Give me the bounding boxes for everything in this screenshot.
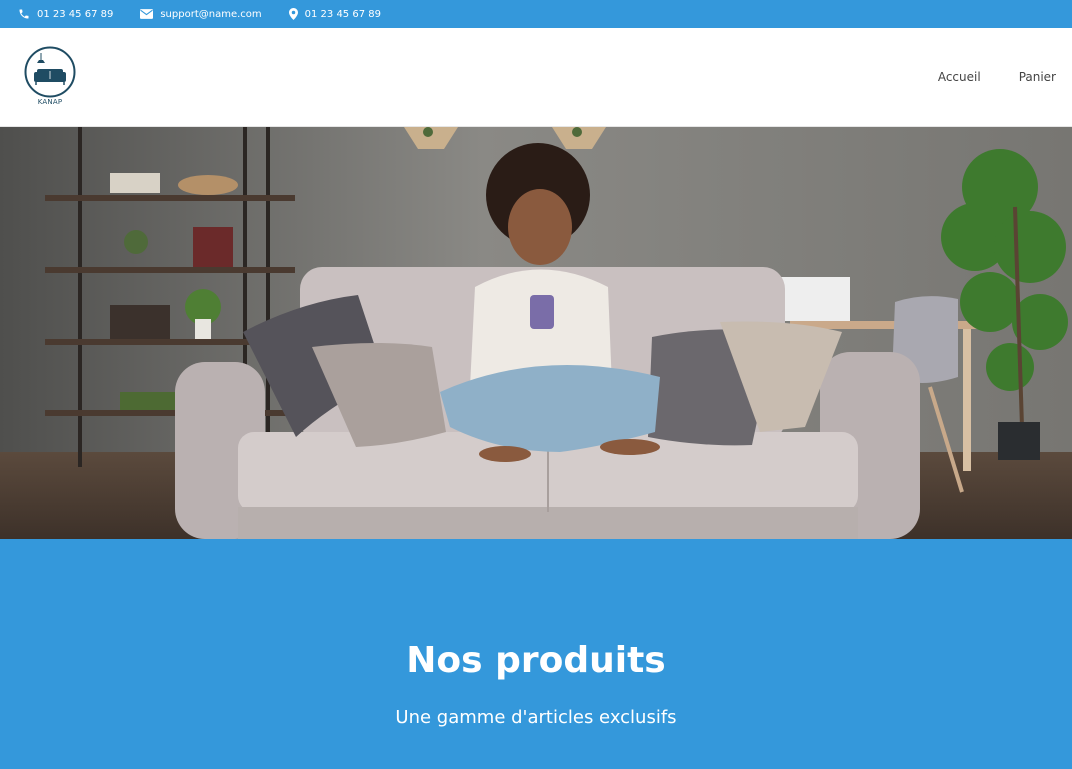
main-nav: Accueil Panier xyxy=(900,70,1056,84)
sofa-logo-icon xyxy=(24,46,76,98)
nav-panier[interactable]: Panier xyxy=(1019,70,1056,84)
logo-text: KANAP xyxy=(37,98,63,106)
contact-address: 01 23 45 67 89 xyxy=(288,8,381,20)
map-marker-icon xyxy=(288,8,298,20)
phone-icon xyxy=(19,9,29,19)
phone-number: 01 23 45 67 89 xyxy=(37,8,114,20)
contact-bar: 01 23 45 67 89 support@name.com 01 23 45… xyxy=(0,0,1072,28)
envelope-icon xyxy=(140,9,154,19)
products-subtitle: Une gamme d'articles exclusifs xyxy=(395,707,677,728)
site-header: KANAP Accueil Panier xyxy=(0,28,1072,127)
hero-photo xyxy=(0,127,1072,539)
products-title: Nos produits xyxy=(406,640,666,681)
contact-email: support@name.com xyxy=(140,9,262,20)
contact-phone: 01 23 45 67 89 xyxy=(18,8,113,20)
kanap-logo[interactable]: KANAP xyxy=(24,46,76,110)
nav-accueil[interactable]: Accueil xyxy=(938,70,981,84)
email-address[interactable]: support@name.com xyxy=(160,9,261,20)
products-section: Nos produits Une gamme d'articles exclus… xyxy=(0,539,1072,769)
address-text: 01 23 45 67 89 xyxy=(304,8,381,20)
hero-banner xyxy=(0,127,1072,539)
